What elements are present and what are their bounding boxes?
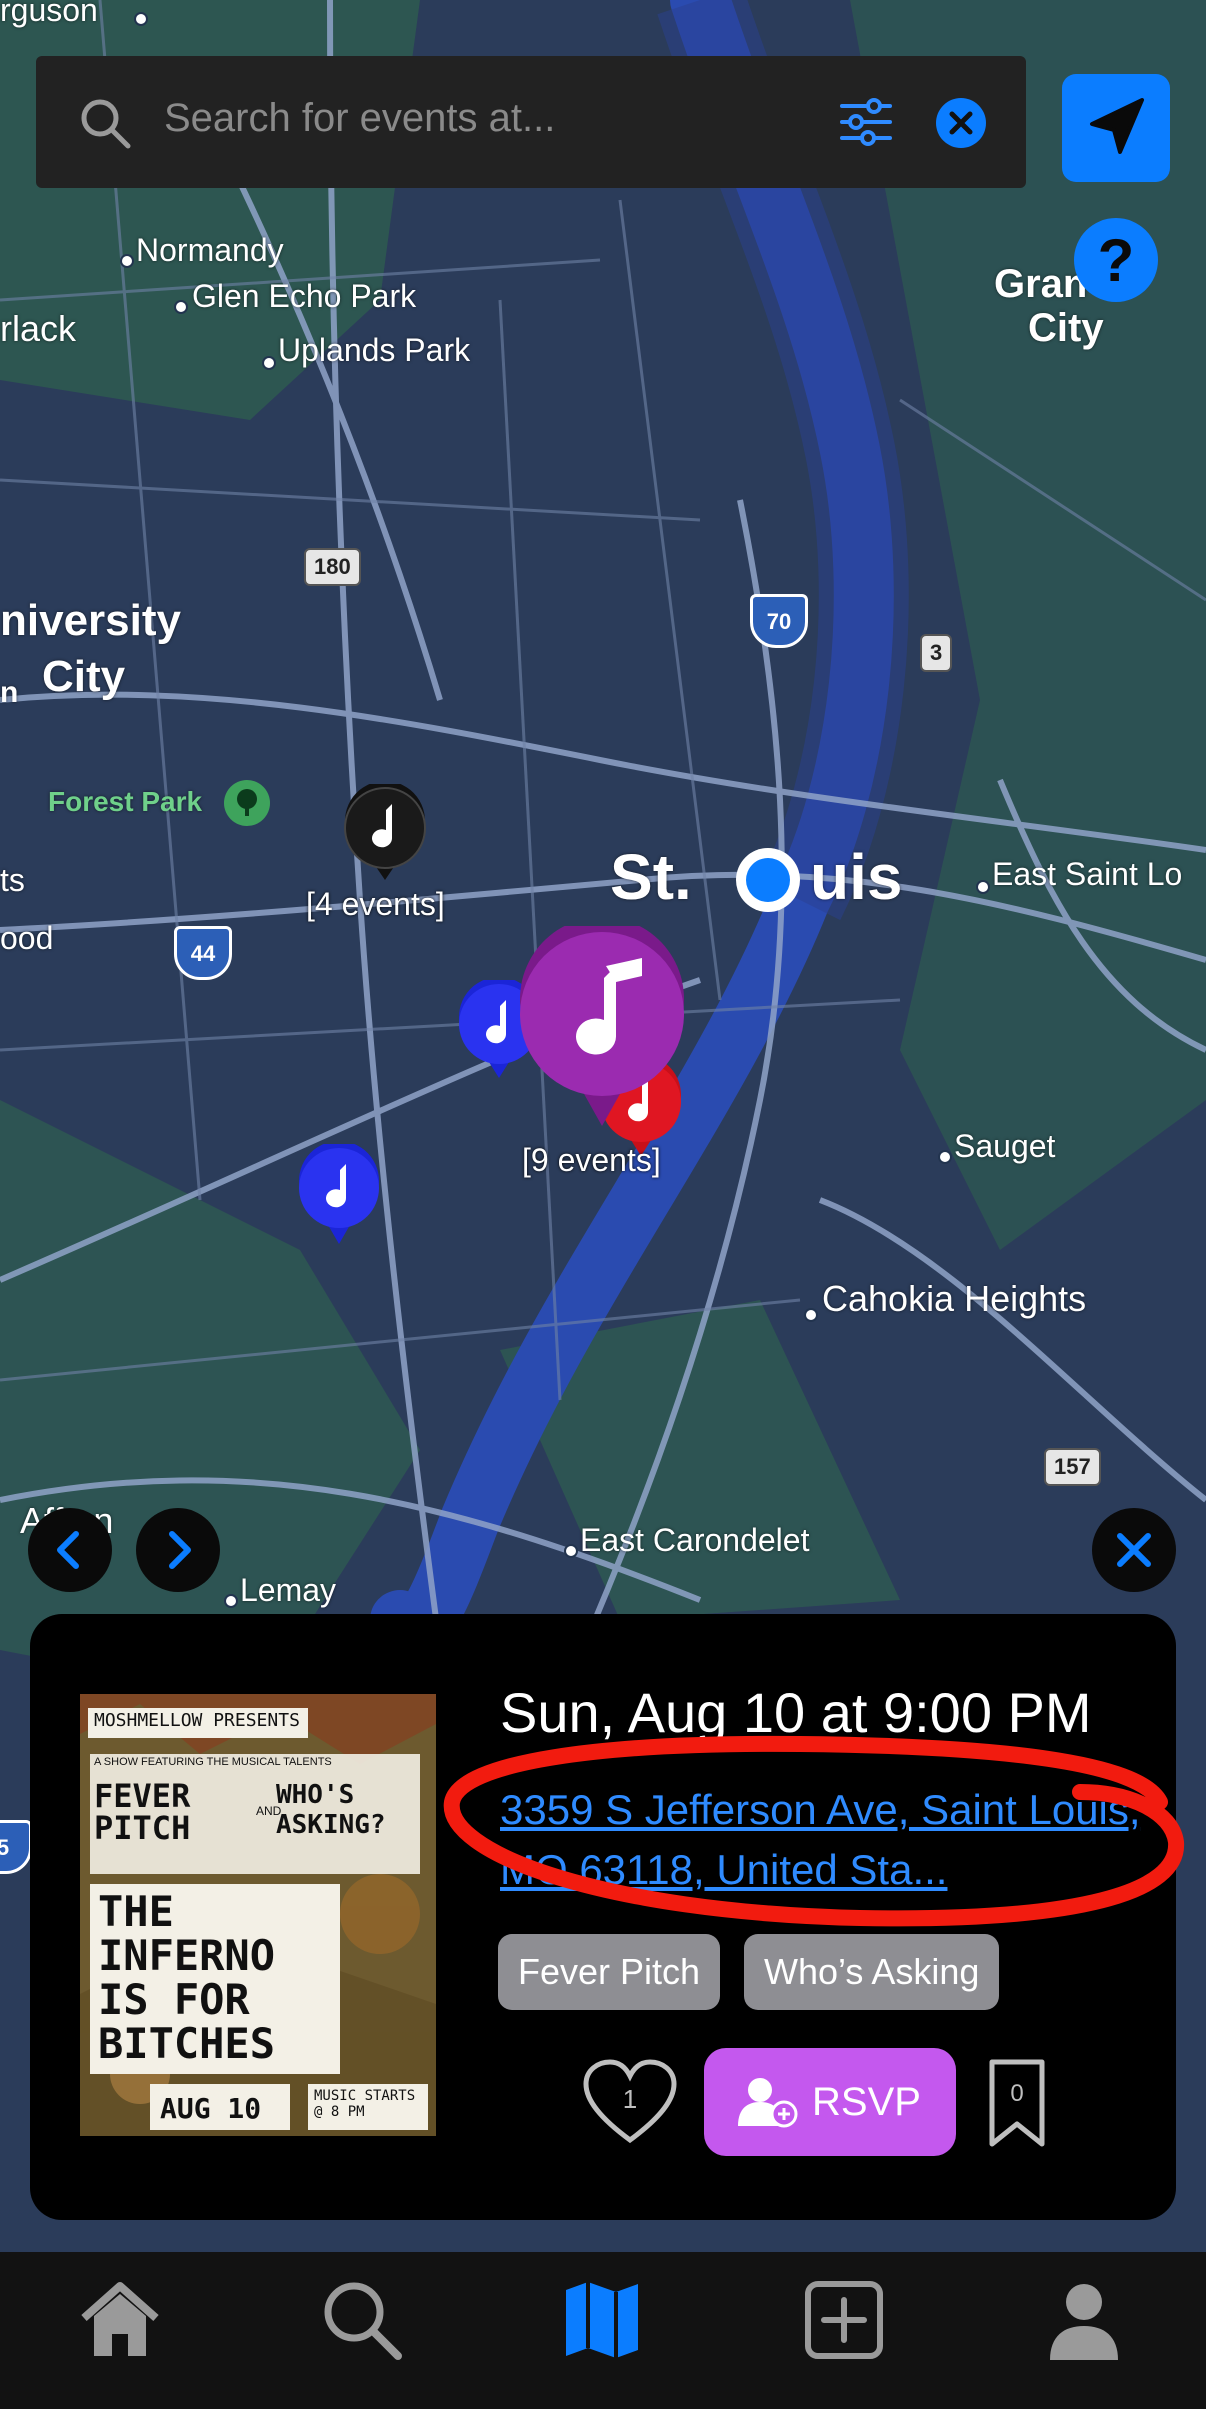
map-label-university-city-2: City [42,652,126,701]
map-dot [264,358,274,368]
map-label-east-saint-louis: East Saint Lo [992,856,1183,892]
map-label-forest-park: Forest Park [48,786,203,817]
map-label-granite-city: Gran [994,262,1088,306]
tag-fever-pitch[interactable]: Fever Pitch [498,1934,721,2010]
poster-band-1: FEVER PITCH [94,1777,191,1847]
map-icon[interactable] [558,2276,646,2364]
map-label-fragment-ood: ood [0,920,54,956]
park-icon [224,780,270,826]
rsvp-button[interactable]: RSVP [704,2048,956,2156]
map-label-granite-city-2: City [1028,306,1104,350]
poster-title: THE INFERNO IS FOR BITCHES [98,1887,276,2068]
current-location-marker [736,848,800,912]
map-label-st-louis-2: uis [810,841,903,913]
map-label-fragment-ts: ts [0,862,25,898]
map-label-uplands-park: Uplands Park [278,332,471,368]
event-pin-blue[interactable] [296,1144,382,1246]
close-card-button[interactable] [1092,1508,1176,1592]
filter-icon[interactable] [838,98,894,146]
map-dot [940,1152,950,1162]
map-label-university-city: niversity [0,596,181,645]
event-card[interactable]: MOSHMELLOW PRESENTS A SHOW FEATURING THE… [30,1614,1185,2220]
map-label-lemay: Lemay [240,1572,337,1608]
search-icon [81,99,131,149]
previous-event-button[interactable] [28,1508,112,1592]
event-pin-black[interactable] [340,784,430,884]
poster-date: AUG 10 [160,2092,262,2125]
clear-icon[interactable] [934,96,988,150]
map-dot [806,1310,816,1320]
search-input[interactable]: Search for events at... [164,96,555,141]
poster-presenter: MOSHMELLOW PRESENTS [94,1710,300,1731]
map-label-east-carondelet: East Carondelet [580,1522,810,1558]
map-label-st-louis: St. [610,841,692,913]
like-button[interactable]: 1 [582,2058,678,2148]
red-annotation-circle [443,1735,1185,1927]
event-poster[interactable]: MOSHMELLOW PRESENTS A SHOW FEATURING THE… [80,1694,436,2136]
event-count-label: [9 events] [522,1142,661,1178]
interstate-44-shield: 44 [174,926,232,980]
next-event-button[interactable] [136,1508,220,1592]
map-dot [136,14,146,24]
map-dot [978,882,988,892]
question-mark-icon: ? [1097,227,1135,294]
close-icon [1117,1533,1151,1567]
music-note-icon [344,784,426,880]
route-157-shield: 157 [1044,1448,1101,1486]
route-180-shield: 180 [304,548,361,586]
location-arrow-icon [1090,98,1144,154]
rsvp-label: RSVP [812,2080,921,2124]
route-3-shield: 3 [920,634,953,672]
tab-bar [0,2252,1206,2409]
event-pin-selected[interactable] [516,926,688,1136]
map-label-glen-echo-park: Glen Echo Park [192,278,417,314]
map-dot [226,1596,236,1606]
bookmark-button[interactable]: 0 [986,2058,1048,2150]
map-label-fragment: n [0,676,19,709]
profile-icon[interactable] [1040,2276,1128,2364]
poster-time: MUSIC STARTS @ 8 PM [314,2088,416,2120]
map-label-normandy: Normandy [136,232,284,268]
map-label-ferguson: rguson [0,0,98,28]
home-icon[interactable] [76,2276,164,2364]
help-button[interactable]: ? [1074,218,1158,302]
search-bar[interactable]: Search for events at... [36,56,1026,188]
bookmark-count: 0 [1010,2080,1024,2107]
add-icon[interactable] [800,2276,888,2364]
poster-subtitle: A SHOW FEATURING THE MUSICAL TALENTS [94,1756,332,1768]
music-note-icon [299,1144,379,1244]
tag-whos-asking[interactable]: Who’s Asking [744,1934,1000,2010]
map-label-cahokia-heights: Cahokia Heights [822,1278,1087,1319]
map-dot [122,256,132,266]
chevron-right-icon [169,1531,191,1569]
add-person-icon [738,2078,798,2128]
map-dot [176,302,186,312]
music-note-icon [520,926,684,1126]
search-icon[interactable] [318,2276,406,2364]
like-count: 1 [622,2084,638,2114]
map-label-overland: rlack [0,308,77,349]
event-count-label: [4 events] [306,886,445,922]
chevron-left-icon [57,1531,79,1569]
poster-band-2: WHO'S ASKING? [276,1780,386,1840]
map-label-sauget: Sauget [954,1128,1056,1164]
locate-me-button[interactable] [1062,74,1170,182]
map-dot [566,1546,576,1556]
interstate-70-shield: 70 [750,594,808,648]
